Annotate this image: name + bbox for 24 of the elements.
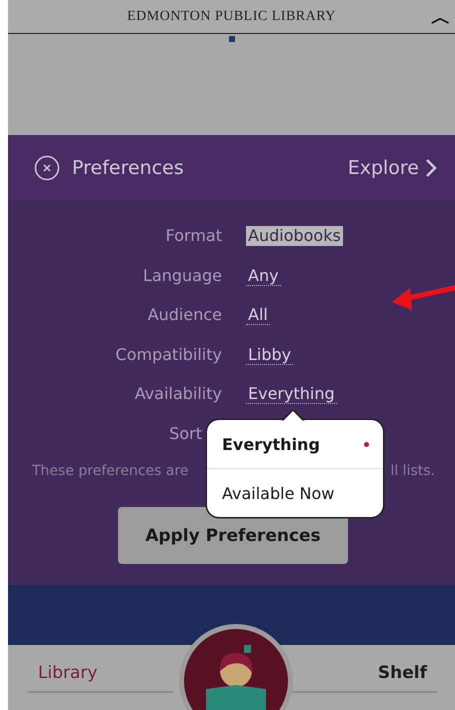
preference-value[interactable]: Audiobooks [246, 226, 343, 246]
preference-value[interactable]: Any [246, 266, 281, 286]
close-icon[interactable] [34, 154, 60, 180]
preference-label: Audience [146, 305, 222, 324]
preference-value[interactable]: Libby [246, 344, 294, 364]
preferences-note: These preferences are [32, 463, 189, 479]
preference-label: Availability [134, 384, 222, 403]
preference-label: Language [142, 266, 222, 284]
preference-value[interactable]: Everything [246, 384, 337, 404]
menu-option[interactable]: Available Now [207, 468, 383, 517]
preference-label: Sort [168, 424, 203, 442]
reader-logo-icon[interactable] [178, 623, 294, 710]
preference-value[interactable]: All [246, 305, 270, 325]
page-indicator [228, 36, 234, 42]
menu-option[interactable]: Everything [207, 420, 383, 468]
chevron-right-icon [425, 158, 437, 178]
explore-link[interactable]: Explore [348, 156, 437, 178]
preferences-title: Preferences [72, 156, 184, 178]
library-title: EDMONTON PUBLIC LIBRARY [127, 8, 336, 24]
preference-label: Format [164, 226, 222, 245]
preference-label: Compatibility [114, 344, 222, 364]
collapse-icon[interactable]: ︿ [431, 4, 451, 31]
preferences-note: ll lists. [390, 463, 435, 479]
nav-tab[interactable]: Library [28, 663, 173, 693]
